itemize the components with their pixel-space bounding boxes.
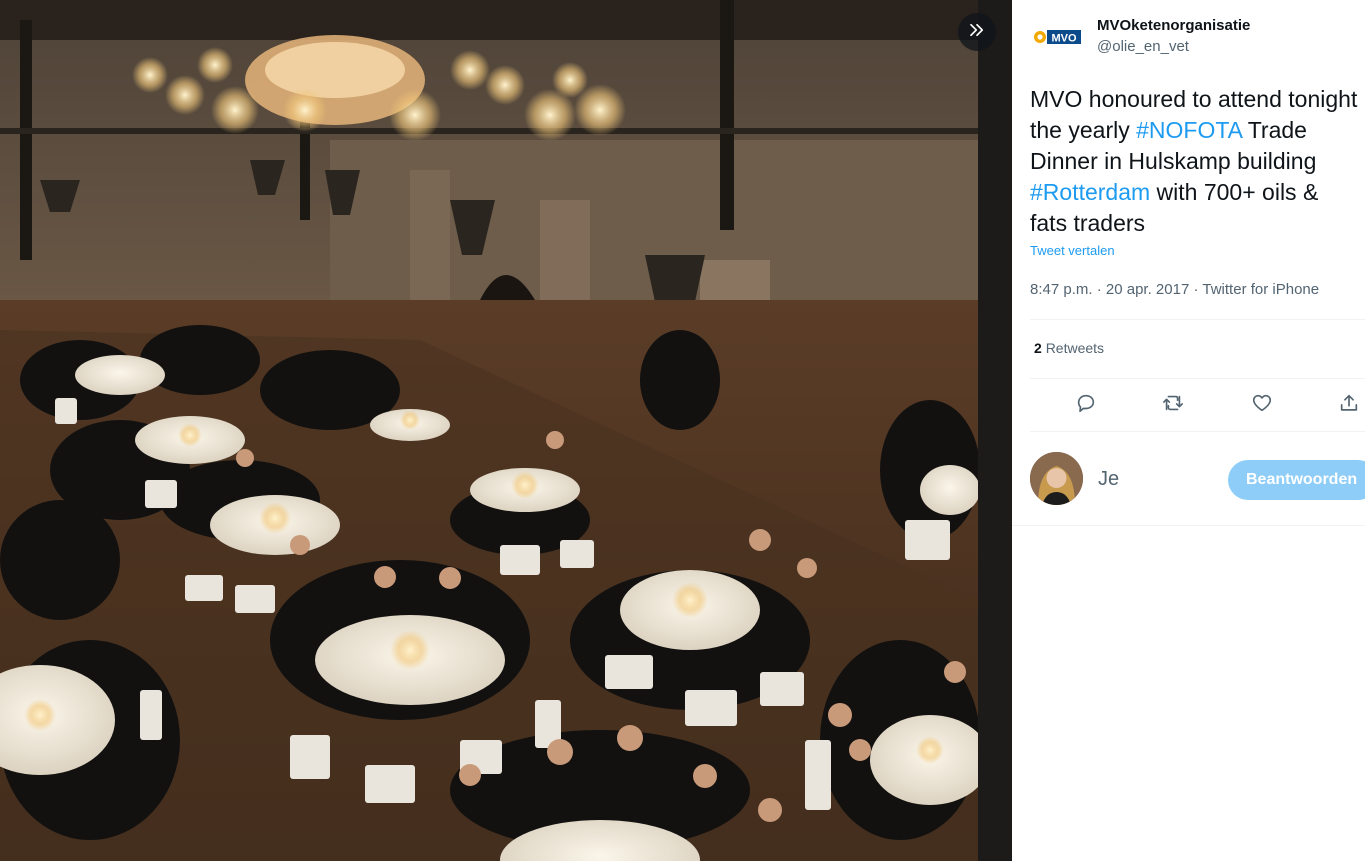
background-strip: [978, 0, 1012, 861]
divider: [1030, 319, 1365, 320]
tweet-metadata: 8:47 p.m. · 20 apr. 2017 · Twitter for i…: [1030, 281, 1319, 298]
like-button[interactable]: [1245, 388, 1279, 422]
share-icon: [1338, 392, 1360, 419]
hashtag-rotterdam[interactable]: #Rotterdam: [1030, 179, 1150, 205]
tweet-author: MVO MVOketenorganisatie @olie_en_vet: [1030, 16, 1250, 58]
reply-submit-button[interactable]: Beantwoorden: [1228, 460, 1365, 500]
retweet-icon: [1161, 392, 1185, 419]
retweet-button[interactable]: [1156, 388, 1190, 422]
hashtag-nofota[interactable]: #NOFOTA: [1136, 117, 1242, 143]
author-display-name[interactable]: MVOketenorganisatie: [1097, 16, 1250, 36]
tweet-time[interactable]: 8:47 p.m.: [1030, 281, 1093, 298]
tweet-detail-panel: MVO MVOketenorganisatie @olie_en_vet MVO…: [1012, 0, 1365, 861]
retweet-count-label: Retweets: [1045, 340, 1105, 356]
media-viewer: [0, 0, 1012, 861]
tweet-photo[interactable]: [0, 0, 978, 861]
collapse-panel-button[interactable]: [958, 13, 996, 51]
tweet-source[interactable]: Twitter for iPhone: [1202, 281, 1319, 298]
retweet-count-value: 2: [1034, 340, 1042, 356]
reply-composer: Je Beantwoorden: [1012, 432, 1365, 526]
meta-separator: ·: [1096, 281, 1106, 298]
like-icon: [1251, 392, 1273, 419]
reply-icon: [1075, 392, 1097, 419]
translate-tweet-link[interactable]: Tweet vertalen: [1030, 243, 1115, 258]
user-avatar[interactable]: [1030, 452, 1083, 505]
reply-button[interactable]: [1069, 388, 1103, 422]
mvo-logo: MVO: [1034, 30, 1081, 45]
tweet-date[interactable]: 20 apr. 2017: [1106, 281, 1189, 298]
author-avatar[interactable]: MVO: [1030, 16, 1082, 58]
tweet-text: MVO honoured to attend tonight the yearl…: [1030, 84, 1360, 239]
dinner-hall-illustration: [0, 0, 978, 861]
retweet-count[interactable]: 2 Retweets: [1034, 340, 1104, 356]
svg-text:MVO: MVO: [1051, 33, 1077, 45]
tweet-actions: [1030, 388, 1365, 422]
divider: [1030, 378, 1365, 379]
reply-input[interactable]: Je: [1098, 468, 1119, 491]
double-chevron-right-icon: [968, 21, 986, 44]
author-handle[interactable]: @olie_en_vet: [1097, 37, 1250, 57]
share-button[interactable]: [1332, 388, 1365, 422]
